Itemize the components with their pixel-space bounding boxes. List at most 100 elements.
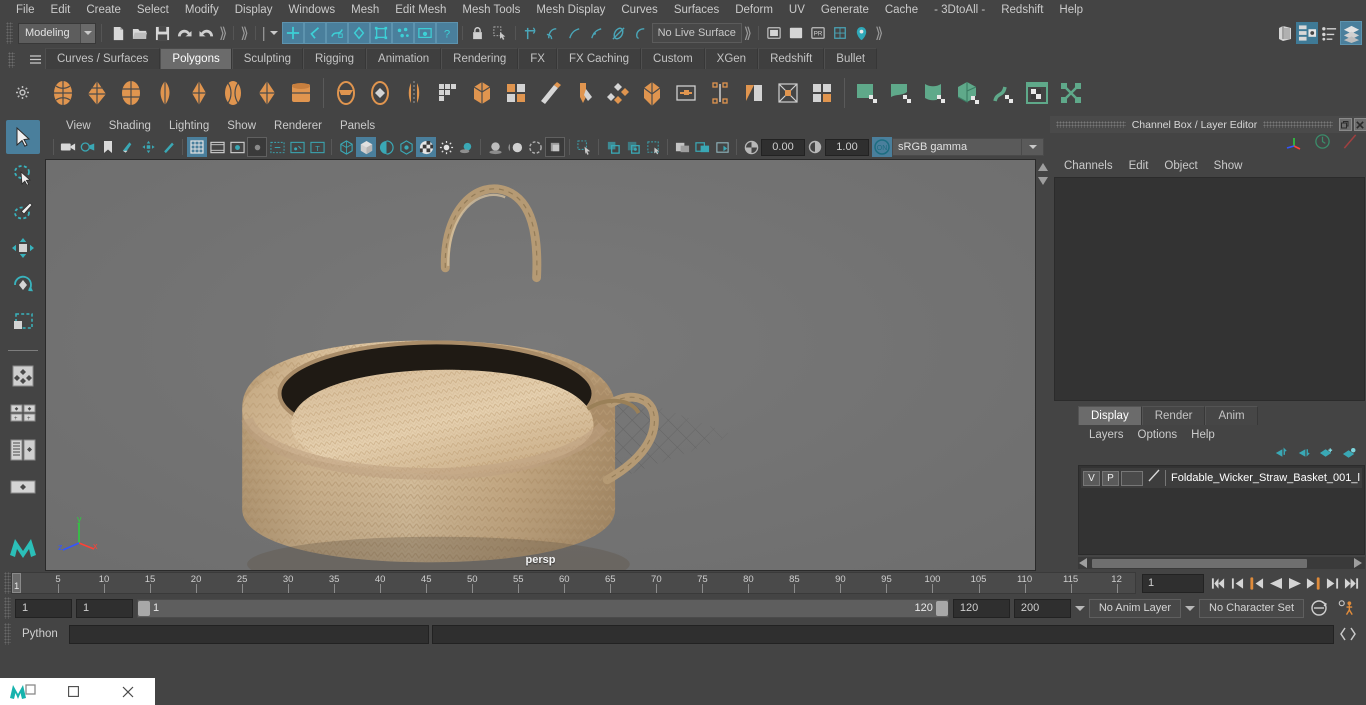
move-tool[interactable] bbox=[6, 231, 40, 265]
poly-smooth-icon[interactable] bbox=[466, 75, 498, 111]
poly-quad-draw-icon[interactable] bbox=[772, 75, 804, 111]
channel-box-menu-show[interactable]: Show bbox=[1206, 159, 1251, 173]
new-layer-icon[interactable] bbox=[1319, 446, 1334, 464]
motion-blur-icon[interactable] bbox=[505, 137, 525, 157]
snap-to-grids-icon[interactable] bbox=[520, 22, 542, 44]
four-view-layout[interactable] bbox=[6, 359, 40, 393]
snap-to-points-icon[interactable] bbox=[564, 22, 586, 44]
snap-point-icon[interactable] bbox=[413, 22, 436, 44]
poly-bevel-icon[interactable] bbox=[568, 75, 600, 111]
range-slider-grip[interactable] bbox=[4, 597, 11, 619]
menu-item-display[interactable]: Display bbox=[227, 2, 281, 18]
viewport-menu-view[interactable]: View bbox=[57, 119, 100, 133]
ipr-render-icon[interactable] bbox=[785, 22, 807, 44]
range-right-handle[interactable] bbox=[935, 600, 948, 616]
uv-cylindrical-icon[interactable] bbox=[919, 75, 951, 111]
poly-cylinder-icon[interactable] bbox=[149, 75, 181, 111]
hilite-select-icon[interactable] bbox=[347, 22, 370, 44]
color-management-icon[interactable]: ON bbox=[872, 137, 892, 157]
maya-app-icon[interactable] bbox=[0, 682, 46, 702]
layer-editor-tab-anim[interactable]: Anim bbox=[1205, 406, 1258, 425]
menu-item-modify[interactable]: Modify bbox=[177, 2, 227, 18]
snap-to-planes-icon[interactable] bbox=[586, 22, 608, 44]
snap-to-view-icon[interactable] bbox=[608, 22, 630, 44]
bookmark-icon[interactable] bbox=[98, 137, 118, 157]
selection-curve2-icon[interactable]: ⟫ bbox=[238, 24, 250, 42]
xray-joints-icon[interactable] bbox=[623, 137, 643, 157]
layer-editor-icon[interactable] bbox=[1340, 21, 1362, 45]
shelf-tab-fx-caching[interactable]: FX Caching bbox=[556, 48, 642, 69]
film-origin-icon[interactable] bbox=[267, 137, 287, 157]
menu-item-surfaces[interactable]: Surfaces bbox=[666, 2, 727, 18]
viewport-menu-renderer[interactable]: Renderer bbox=[265, 119, 331, 133]
menu-item-edit[interactable]: Edit bbox=[43, 2, 79, 18]
time-slider-grip[interactable] bbox=[4, 572, 11, 594]
go-to-end-icon[interactable] bbox=[1343, 573, 1360, 593]
menuset-mode-dropdown[interactable]: Modeling bbox=[18, 22, 96, 44]
gamma-field[interactable]: 1.00 bbox=[825, 138, 869, 156]
film-gate-icon[interactable] bbox=[207, 137, 227, 157]
layer-visibility-toggle[interactable]: V bbox=[1083, 470, 1100, 486]
step-forward-keyframe-icon[interactable] bbox=[1324, 573, 1341, 593]
select-by-component-icon[interactable] bbox=[325, 22, 348, 44]
smooth-shade-icon[interactable] bbox=[356, 137, 376, 157]
shelf-tab-sculpting[interactable]: Sculpting bbox=[231, 48, 304, 69]
slash-icon[interactable] bbox=[1341, 133, 1359, 155]
viewport-menu-shading[interactable]: Shading bbox=[100, 119, 160, 133]
persp-graph-layout[interactable] bbox=[6, 433, 40, 467]
character-set-dropdown[interactable]: No Character Set bbox=[1199, 598, 1304, 618]
menu-item-redshift[interactable]: Redshift bbox=[993, 2, 1051, 18]
render-current-frame-icon[interactable] bbox=[763, 22, 785, 44]
panel-drag-dots-right[interactable] bbox=[1263, 121, 1333, 128]
poly-sphere-icon[interactable] bbox=[47, 75, 79, 111]
layer-list-scrollbar[interactable] bbox=[1078, 557, 1365, 569]
menu-item-mesh-display[interactable]: Mesh Display bbox=[528, 2, 613, 18]
selection-mode-bar-icon[interactable]: | bbox=[260, 25, 268, 42]
xray-icon[interactable] bbox=[603, 137, 623, 157]
current-frame-field[interactable]: 1 bbox=[1142, 573, 1204, 593]
range-slider-track[interactable]: 1 120 bbox=[137, 598, 949, 618]
poly-torus-icon[interactable] bbox=[217, 75, 249, 111]
time-slider-playhead[interactable]: 1 bbox=[12, 573, 21, 593]
uv-editor-icon[interactable] bbox=[851, 75, 883, 111]
flat-shade-icon[interactable] bbox=[396, 137, 416, 157]
shelf-tab-bullet[interactable]: Bullet bbox=[824, 48, 878, 69]
xray-active-components-icon[interactable] bbox=[643, 137, 663, 157]
poly-cube-icon[interactable] bbox=[115, 75, 147, 111]
menu-item-3dtoall[interactable]: - 3DtoAll - bbox=[926, 2, 993, 18]
shade-wireframe-icon[interactable] bbox=[376, 137, 396, 157]
single-persp-layout[interactable] bbox=[6, 470, 40, 504]
open-scene-icon[interactable] bbox=[129, 22, 151, 44]
playback-end-field[interactable]: 120 bbox=[952, 598, 1010, 618]
poly-combine-icon[interactable] bbox=[432, 75, 464, 111]
poly-target-weld-icon[interactable] bbox=[670, 75, 702, 111]
taskbar-window-preview[interactable] bbox=[0, 678, 155, 705]
multisample-icon[interactable] bbox=[525, 137, 545, 157]
playback-start-field[interactable]: 1 bbox=[76, 598, 133, 618]
viewport-display-layer2-icon[interactable] bbox=[692, 137, 712, 157]
texture-toggle-icon[interactable] bbox=[416, 137, 436, 157]
layer-editor-tab-render[interactable]: Render bbox=[1141, 406, 1206, 425]
menu-item-file[interactable]: File bbox=[8, 2, 43, 18]
select-by-hierarchy-icon[interactable] bbox=[281, 22, 304, 44]
command-input[interactable] bbox=[68, 624, 429, 644]
poly-boolean-difference-icon[interactable] bbox=[364, 75, 396, 111]
shelf-menu-icon[interactable] bbox=[30, 51, 41, 69]
viewport-menu-panels[interactable]: Panels bbox=[331, 119, 384, 133]
play-backwards-icon[interactable] bbox=[1267, 573, 1284, 593]
menuset-mode-arrow[interactable] bbox=[80, 23, 95, 43]
attribute-editor-icon[interactable] bbox=[1318, 22, 1340, 44]
shelf-grip[interactable] bbox=[8, 52, 15, 68]
maximize-icon[interactable] bbox=[46, 686, 101, 697]
menu-item-uv[interactable]: UV bbox=[781, 2, 813, 18]
poly-merge-icon[interactable] bbox=[636, 75, 668, 111]
redo-icon[interactable] bbox=[195, 22, 217, 44]
exposure-icon[interactable] bbox=[741, 137, 761, 157]
layer-editor-menu-layers[interactable]: Layers bbox=[1082, 428, 1131, 442]
list-item[interactable]: V P Foldable_Wicker_Straw_Basket_001_l bbox=[1081, 468, 1362, 488]
gate-mask-icon[interactable] bbox=[247, 137, 267, 157]
viewport-menu-show[interactable]: Show bbox=[218, 119, 265, 133]
viewport-display-layer1-icon[interactable] bbox=[672, 137, 692, 157]
viewport-scroll-arrows[interactable] bbox=[1036, 159, 1050, 571]
shelf-tab-animation[interactable]: Animation bbox=[366, 48, 442, 69]
